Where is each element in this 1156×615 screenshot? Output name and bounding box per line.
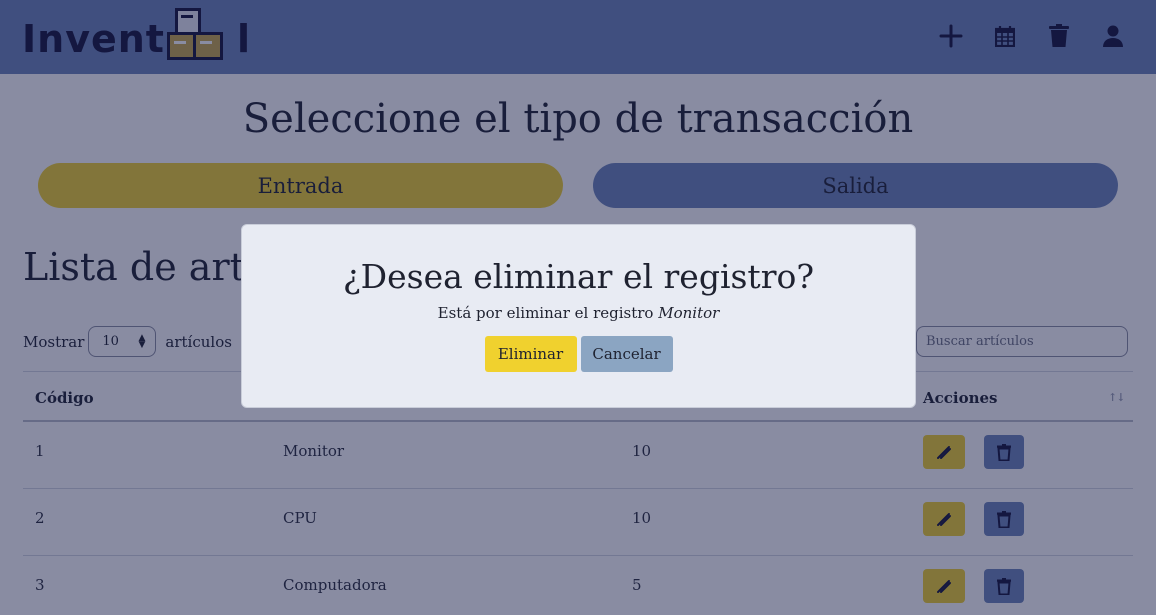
dialog-message-text: Está por eliminar el registro bbox=[437, 304, 654, 322]
dialog-title: ¿Desea eliminar el registro? bbox=[342, 257, 815, 296]
dialog-record-name: Monitor bbox=[658, 304, 720, 322]
delete-confirm-dialog: ¿Desea eliminar el registro? Está por el… bbox=[241, 224, 916, 408]
dialog-actions: Eliminar Cancelar bbox=[242, 336, 915, 372]
dialog-message: Está por eliminar el registro Monitor bbox=[242, 304, 915, 322]
cancel-button[interactable]: Cancelar bbox=[580, 336, 673, 372]
confirm-delete-button[interactable]: Eliminar bbox=[484, 336, 577, 372]
